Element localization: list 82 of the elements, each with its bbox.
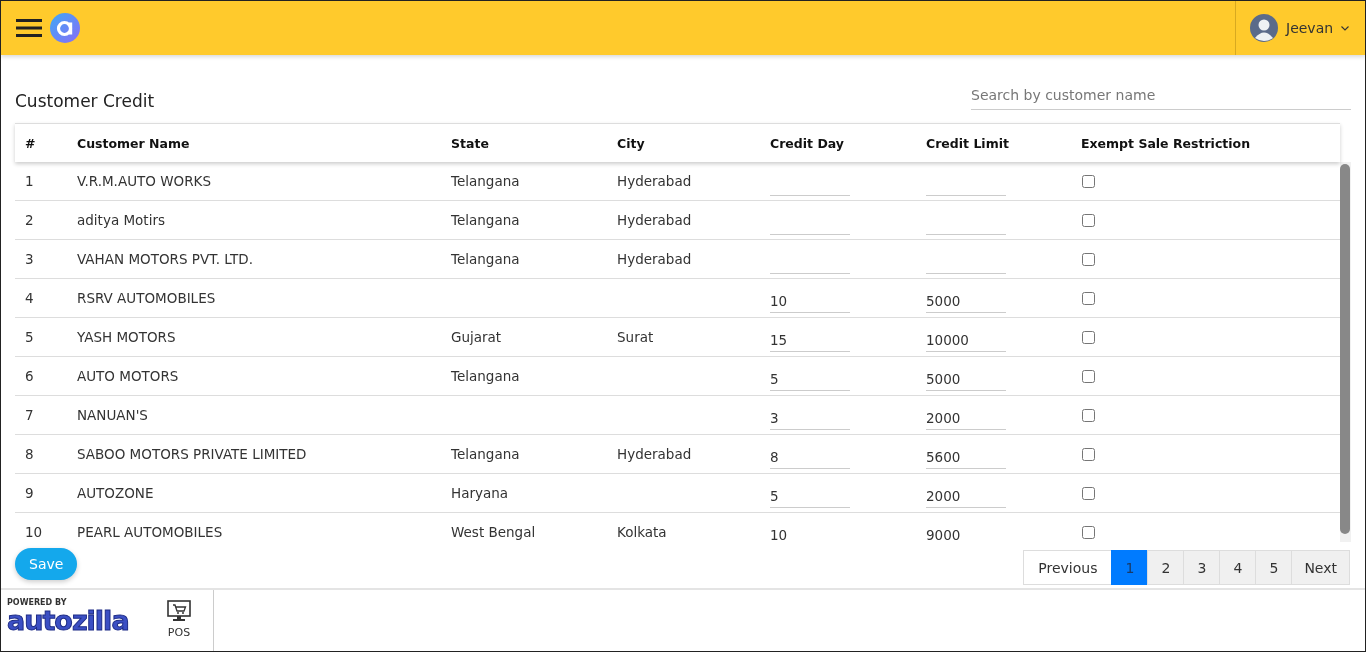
credit-limit-field[interactable]: 10000 (926, 328, 1006, 352)
table-cell: 8 (25, 446, 34, 462)
table-cell: Telangana (451, 173, 520, 189)
credit-limit-field[interactable]: 2000 (926, 406, 1006, 430)
page-title: Customer Credit (15, 91, 155, 111)
table-cell: 3 (25, 251, 34, 267)
pagination-button[interactable]: 2 (1147, 550, 1185, 585)
column-header: Credit Limit (926, 135, 1010, 151)
pagination-button[interactable]: Previous (1023, 550, 1113, 585)
exempt-checkbox[interactable] (1082, 252, 1095, 266)
credit-day-field[interactable]: 5 (770, 484, 850, 508)
table-cell: AUTO MOTORS (77, 368, 179, 384)
table-cell: YASH MOTORS (77, 329, 176, 345)
table-cell: 6 (25, 368, 34, 384)
avatar-icon (1250, 14, 1278, 42)
table-cell: 4 (25, 290, 34, 306)
table-cell: Telangana (451, 251, 520, 267)
credit-day-field[interactable]: 8 (770, 445, 850, 469)
powered-by-text: POWERED BY (7, 598, 68, 607)
column-header: City (617, 135, 646, 151)
table-cell: Surat (617, 329, 654, 345)
pagination-button[interactable]: 4 (1219, 550, 1257, 585)
exempt-checkbox[interactable] (1082, 486, 1095, 500)
brand-logo: autozilla (7, 607, 130, 634)
table-cell: 9 (25, 485, 34, 501)
credit-limit-field[interactable]: 5000 (926, 367, 1006, 391)
menu-icon[interactable] (16, 18, 42, 38)
exempt-checkbox[interactable] (1082, 369, 1095, 383)
table-cell: Gujarat (451, 329, 502, 345)
table-cell: Telangana (451, 368, 520, 384)
exempt-checkbox[interactable] (1082, 408, 1095, 422)
table-cell: Telangana (451, 446, 520, 462)
credit-day-field[interactable]: 5 (770, 367, 850, 391)
credit-day-field[interactable]: 10 (770, 289, 850, 313)
pagination-button[interactable]: Next (1291, 550, 1350, 585)
table-cell: 10 (25, 524, 43, 540)
pagination-button[interactable]: 5 (1255, 550, 1293, 585)
table-cell: NANUAN'S (77, 407, 148, 423)
table-cell: VAHAN MOTORS PVT. LTD. (77, 251, 253, 267)
exempt-checkbox[interactable] (1082, 291, 1095, 305)
table-cell: Hyderabad (617, 212, 692, 228)
table-cell: RSRV AUTOMOBILES (77, 290, 216, 306)
credit-limit-field[interactable]: 2000 (926, 484, 1006, 508)
credit-day-field[interactable]: 10 (770, 523, 850, 542)
exempt-checkbox[interactable] (1082, 330, 1095, 344)
column-header: Customer Name (77, 135, 191, 151)
credit-limit-field[interactable]: 5000 (926, 289, 1006, 313)
credit-day-field[interactable]: 3 (770, 406, 850, 430)
exempt-checkbox[interactable] (1082, 525, 1095, 539)
table-cell: 1 (25, 173, 34, 189)
table-cell: SABOO MOTORS PRIVATE LIMITED (77, 446, 307, 462)
scrollbar-thumb[interactable] (1340, 164, 1350, 534)
chevron-down-icon (1341, 25, 1350, 31)
table-cell: 7 (25, 407, 34, 423)
credit-day-field[interactable]: 15 (770, 328, 850, 352)
logo-icon (50, 13, 80, 43)
user-menu[interactable]: Jeevan (1235, 1, 1365, 55)
table-cell: PEARL AUTOMOBILES (77, 524, 223, 540)
table-cell: Haryana (451, 485, 509, 501)
exempt-checkbox[interactable] (1082, 447, 1095, 461)
table-cell: Telangana (451, 212, 520, 228)
pagination-button[interactable]: 3 (1183, 550, 1221, 585)
table-cell: V.R.M.AUTO WORKS (77, 173, 211, 189)
table-cell: Hyderabad (617, 446, 692, 462)
table-cell: AUTOZONE (77, 485, 154, 501)
table-cell: Hyderabad (617, 173, 692, 189)
table-cell: West Bengal (451, 524, 536, 540)
column-header: # (24, 135, 37, 151)
table-cell: 5 (25, 329, 34, 345)
credit-limit-field[interactable]: 9000 (926, 523, 1006, 542)
table-cell: 2 (25, 212, 34, 228)
pos-terminal-icon (167, 600, 191, 622)
table-cell: aditya Motirs (77, 212, 165, 228)
table-cell: Kolkata (617, 524, 667, 540)
credit-limit-field[interactable]: 5600 (926, 445, 1006, 469)
exempt-checkbox[interactable] (1082, 174, 1095, 188)
table-cell: Hyderabad (617, 251, 692, 267)
pos-button[interactable]: POS (153, 590, 214, 651)
column-header: Exempt Sale Restriction (1081, 135, 1252, 151)
column-header: Credit Day (770, 135, 845, 151)
column-header: State (451, 135, 490, 151)
exempt-checkbox[interactable] (1082, 213, 1095, 227)
